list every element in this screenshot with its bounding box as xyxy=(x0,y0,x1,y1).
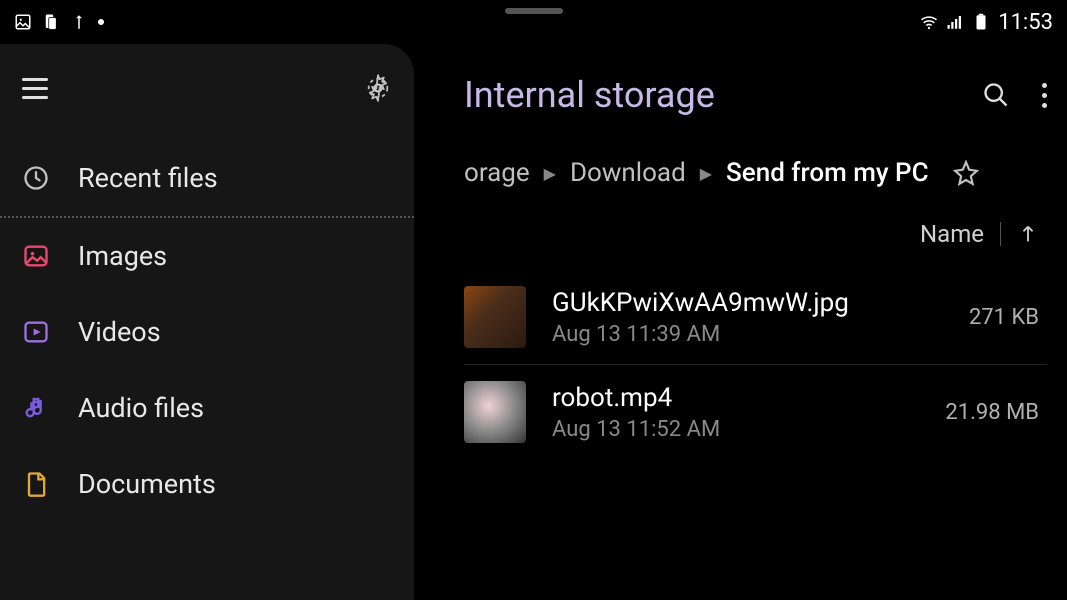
sort-icon[interactable] xyxy=(882,223,904,245)
sidebar-item-audio[interactable]: Audio files xyxy=(0,370,414,446)
settings-button[interactable] xyxy=(364,74,392,102)
signal-icon xyxy=(946,13,964,31)
breadcrumb-part[interactable]: orage xyxy=(464,158,530,188)
divider xyxy=(1000,222,1001,246)
menu-button[interactable] xyxy=(22,78,48,99)
favorite-button[interactable] xyxy=(953,160,979,186)
file-date: Aug 13 11:39 AM xyxy=(552,322,943,347)
sidebar-item-documents[interactable]: Documents xyxy=(0,446,414,522)
sort-button[interactable]: Name xyxy=(920,220,984,248)
sidebar-item-videos[interactable]: Videos xyxy=(0,294,414,370)
status-bar: 11:53 xyxy=(0,0,1067,44)
video-icon xyxy=(22,318,50,346)
notch-handle xyxy=(505,8,563,14)
audio-icon xyxy=(22,394,50,422)
content-area: Internal storage orage ▶ Download ▶ Send… xyxy=(414,44,1067,600)
sidebar-item-label: Videos xyxy=(78,316,161,348)
breadcrumb-part[interactable]: Download xyxy=(570,158,686,188)
file-thumbnail xyxy=(464,286,526,348)
sidebar-item-recent[interactable]: Recent files xyxy=(0,140,414,216)
file-size: 21.98 MB xyxy=(945,400,1047,425)
tesla-notif-icon xyxy=(70,13,88,31)
file-name: GUkKPwiXwAA9mwW.jpg xyxy=(552,288,943,318)
status-right: 11:53 xyxy=(920,10,1053,35)
sort-direction-button[interactable] xyxy=(1017,223,1039,245)
device-notif-icon xyxy=(42,13,60,31)
file-row[interactable]: GUkKPwiXwAA9mwW.jpg Aug 13 11:39 AM 271 … xyxy=(464,270,1047,365)
file-name: robot.mp4 xyxy=(552,383,919,413)
sidebar-item-label: Audio files xyxy=(78,392,204,424)
more-notif-dot xyxy=(98,19,104,25)
status-time: 11:53 xyxy=(998,10,1053,35)
sidebar-item-label: Documents xyxy=(78,468,216,500)
wifi-icon xyxy=(920,13,938,31)
status-left xyxy=(14,13,104,31)
breadcrumb: orage ▶ Download ▶ Send from my PC xyxy=(464,158,1047,188)
sidebar-item-label: Recent files xyxy=(78,162,218,194)
document-icon xyxy=(22,470,50,498)
clock-icon xyxy=(22,164,50,192)
image-notif-icon xyxy=(14,13,32,31)
image-icon xyxy=(22,242,50,270)
file-date: Aug 13 11:52 AM xyxy=(552,417,919,442)
page-title: Internal storage xyxy=(464,74,715,116)
file-row[interactable]: robot.mp4 Aug 13 11:52 AM 21.98 MB xyxy=(464,365,1047,459)
chevron-right-icon: ▶ xyxy=(544,164,556,183)
chevron-right-icon: ▶ xyxy=(700,164,712,183)
sort-bar: Name xyxy=(464,220,1047,248)
sidebar-item-label: Images xyxy=(78,240,167,272)
sidebar-item-images[interactable]: Images xyxy=(0,218,414,294)
battery-icon xyxy=(972,13,990,31)
breadcrumb-current: Send from my PC xyxy=(726,158,929,188)
search-button[interactable] xyxy=(982,81,1010,109)
file-thumbnail xyxy=(464,381,526,443)
more-button[interactable] xyxy=(1042,83,1047,108)
file-size: 271 KB xyxy=(969,305,1047,330)
sidebar: Recent files Images Videos Audio files D… xyxy=(0,44,414,600)
